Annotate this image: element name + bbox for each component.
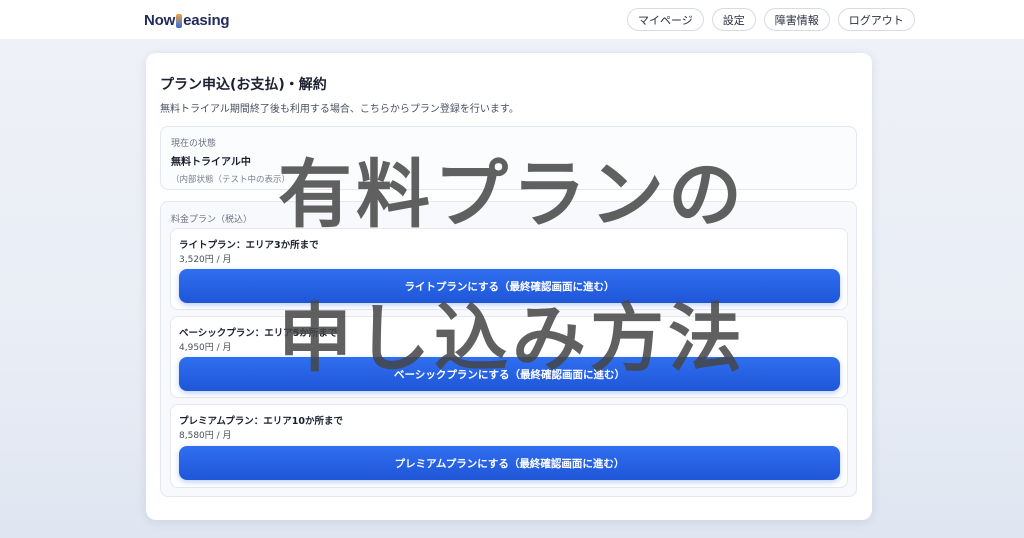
pricing-plans-box: 料金プラン（税込） ライトプラン：エリア3か所まで 3,520円 / 月 ライト…: [160, 201, 857, 497]
plan-name: ベーシックプラン：エリア5か所まで: [179, 328, 338, 339]
plan-price: 3,520円 / 月: [179, 255, 232, 265]
select-light-plan-button[interactable]: ライトプランにする（最終確認画面に進む）: [179, 269, 840, 303]
status-value: 無料トライアル中: [171, 157, 251, 168]
plan-card-premium: プレミアムプラン：エリア10か所まで 8,580円 / 月 プレミアムプランにす…: [170, 404, 848, 488]
status-label: 現在の状態: [171, 139, 217, 149]
logout-button[interactable]: ログアウト: [837, 8, 915, 31]
logo-mark-icon: [176, 14, 183, 28]
select-basic-plan-button[interactable]: ベーシックプランにする（最終確認画面に進む）: [179, 357, 840, 391]
top-header: Now easing マイページ 設定 障害情報 ログアウト: [0, 0, 1024, 40]
plan-card-light: ライトプラン：エリア3か所まで 3,520円 / 月 ライトプランにする（最終確…: [170, 228, 848, 310]
select-premium-plan-button[interactable]: プレミアムプランにする（最終確認画面に進む）: [179, 446, 840, 480]
plan-application-panel: プラン申込(お支払)・解約 無料トライアル期間終了後も利用する場合、こちらからプ…: [146, 53, 872, 520]
settings-button[interactable]: 設定: [711, 8, 756, 31]
plan-name: ライトプラン：エリア3か所まで: [179, 240, 319, 251]
plan-price: 8,580円 / 月: [179, 431, 232, 441]
plan-name: プレミアムプラン：エリア10か所まで: [179, 416, 343, 427]
page-title: プラン申込(お支払)・解約: [160, 77, 327, 93]
header-nav: マイページ 設定 障害情報 ログアウト: [627, 8, 915, 31]
status-note: （内部状態（テスト中の表示）: [171, 175, 291, 185]
plans-label: 料金プラン（税込）: [171, 215, 253, 225]
page-description: 無料トライアル期間終了後も利用する場合、こちらからプラン登録を行います。: [160, 104, 519, 115]
outage-info-button[interactable]: 障害情報: [763, 8, 830, 31]
logo-text-left: Now: [144, 12, 176, 29]
plan-card-basic: ベーシックプラン：エリア5か所まで 4,950円 / 月 ベーシックプランにする…: [170, 316, 848, 398]
nowleasing-logo[interactable]: Now easing: [144, 12, 230, 29]
plan-price: 4,950円 / 月: [179, 343, 232, 353]
mypage-button[interactable]: マイページ: [627, 8, 704, 31]
current-status-box: 現在の状態 無料トライアル中 （内部状態（テスト中の表示）: [160, 126, 857, 190]
logo-text-right: easing: [183, 12, 230, 29]
